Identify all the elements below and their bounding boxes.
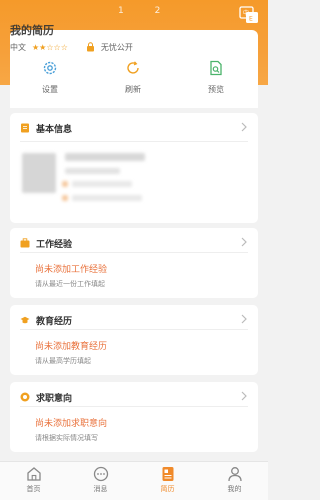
chevron-right-icon[interactable] xyxy=(240,236,248,248)
section-title: 求职意向 xyxy=(36,393,73,404)
blurred-detail xyxy=(65,168,120,174)
tab-messages[interactable]: 消息 xyxy=(67,465,134,494)
preview-button[interactable]: 预览 xyxy=(186,60,246,95)
tab-home[interactable]: 首页 xyxy=(0,465,67,494)
chevron-right-icon[interactable] xyxy=(240,390,248,402)
section-work-experience[interactable]: 工作经验 尚未添加工作经验 请从最近一份工作填起 xyxy=(10,228,258,298)
bottom-tab-bar: 首页 消息 简历 我的 xyxy=(0,461,268,500)
page-indicator: 1 2 xyxy=(118,6,175,16)
blurred-phone xyxy=(72,181,132,187)
settings-label: 设置 xyxy=(42,85,58,94)
language-label: 中文 xyxy=(10,42,26,52)
section-education[interactable]: 教育经历 尚未添加教育经历 请从最高学历填起 xyxy=(10,305,258,375)
resume-icon xyxy=(162,467,173,481)
lock-icon xyxy=(86,42,94,52)
refresh-button[interactable]: 刷新 xyxy=(103,60,163,95)
visibility-label[interactable]: 无忧公开 xyxy=(101,42,133,53)
section-header: 教育经历 xyxy=(20,313,72,327)
section-title: 工作经验 xyxy=(36,239,73,250)
preview-label: 预览 xyxy=(208,85,224,94)
section-header: 工作经验 xyxy=(20,236,72,250)
svg-text:E: E xyxy=(249,16,253,23)
tab-label: 消息 xyxy=(93,485,108,493)
preview-icon xyxy=(210,60,222,76)
home-icon xyxy=(26,467,41,481)
settings-button[interactable]: 设置 xyxy=(20,60,80,95)
refresh-label: 刷新 xyxy=(125,85,141,94)
message-icon xyxy=(93,466,108,482)
empty-title[interactable]: 尚未添加求职意向 xyxy=(35,416,107,429)
chevron-right-icon[interactable] xyxy=(240,121,248,133)
tab-profile[interactable]: 我的 xyxy=(201,465,268,494)
divider xyxy=(20,252,248,253)
resume-actions: 设置 刷新 预览 xyxy=(10,60,258,104)
tab-label: 我的 xyxy=(227,485,242,493)
resume-meta: 中文 ★★☆☆☆ 无忧公开 xyxy=(10,40,133,54)
empty-hint: 请从最近一份工作填起 xyxy=(35,280,105,288)
section-header: 求职意向 xyxy=(20,390,72,404)
chevron-right-icon[interactable] xyxy=(240,313,248,325)
empty-title[interactable]: 尚未添加工作经验 xyxy=(35,262,107,275)
blurred-email xyxy=(72,195,142,201)
target-icon xyxy=(20,392,30,402)
divider xyxy=(20,406,248,407)
profile-icon xyxy=(227,467,242,482)
briefcase-icon xyxy=(20,238,30,248)
divider xyxy=(20,329,248,330)
avatar xyxy=(22,153,56,193)
blurred-email-icon xyxy=(62,195,68,201)
section-header: 基本信息 xyxy=(20,121,72,135)
section-title: 基本信息 xyxy=(36,124,73,135)
refresh-icon xyxy=(127,61,139,74)
tab-label: 首页 xyxy=(26,485,41,493)
blurred-phone-icon xyxy=(62,181,68,187)
tab-resume[interactable]: 简历 xyxy=(134,465,201,494)
section-basic-info[interactable]: 基本信息 xyxy=(10,113,258,223)
rating-stars: ★★☆☆☆ xyxy=(32,42,68,52)
document-icon xyxy=(21,123,29,133)
blurred-name xyxy=(65,153,145,161)
empty-hint: 请根据实际情况填写 xyxy=(35,434,98,442)
language-switch-icon[interactable]: 中 E xyxy=(239,6,259,24)
graduation-cap-icon xyxy=(20,316,30,324)
section-job-intention[interactable]: 求职意向 尚未添加求职意向 请根据实际情况填写 xyxy=(10,382,258,452)
section-title: 教育经历 xyxy=(36,316,73,327)
gear-icon xyxy=(43,61,57,75)
tab-label: 简历 xyxy=(160,485,175,493)
empty-title[interactable]: 尚未添加教育经历 xyxy=(35,339,107,352)
resume-name: 我的简历 xyxy=(10,24,54,37)
divider xyxy=(20,141,248,142)
empty-hint: 请从最高学历填起 xyxy=(35,357,91,365)
